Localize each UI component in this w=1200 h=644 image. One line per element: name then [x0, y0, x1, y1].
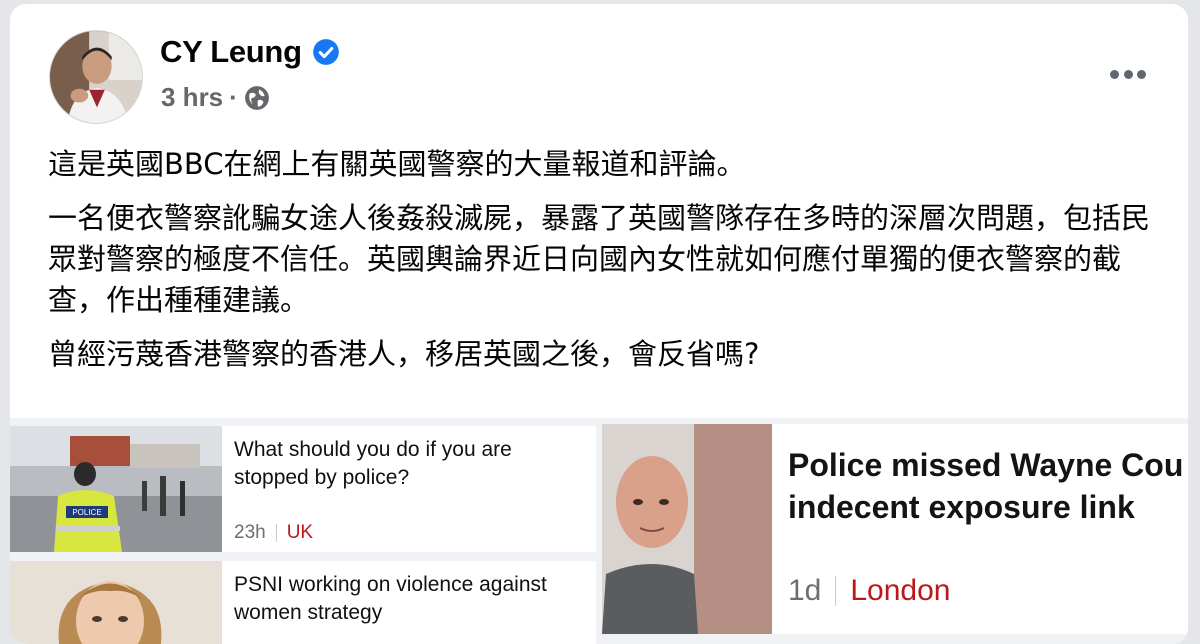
news-region: UK — [286, 522, 314, 543]
news-item: PSNI working on violence against women s… — [10, 561, 596, 644]
news-headline: PSNI working on violence against women s… — [234, 573, 547, 624]
post-text: 這是英國BBC在網上有關英國警察的大量報道和評論。 一名便衣警察訛騙女途人後姦殺… — [48, 144, 1158, 388]
news-article-screenshot[interactable]: Police missed Wayne Cou indecent exposur… — [602, 424, 1188, 634]
article-region: London — [850, 574, 951, 607]
news-thumbnail: POLICE — [10, 426, 222, 552]
article-headline: Police missed Wayne Cou indecent exposur… — [788, 444, 1188, 528]
post-paragraph: 曾經污蔑香港警察的香港人，移居英國之後，會反省嗎? — [48, 337, 760, 371]
avatar-photo — [50, 31, 142, 123]
verified-badge-icon — [312, 39, 339, 65]
news-thumbnail — [10, 561, 222, 644]
post-card: CY Leung 3 hrs · 這是英國BBC在網上有關英國警察的大量報道和評… — [10, 4, 1188, 644]
article-headline-line: Police missed Wayne Cou — [788, 447, 1184, 483]
globe-icon[interactable] — [244, 85, 270, 111]
woman-portrait-photo — [10, 561, 222, 644]
more-dot — [1110, 69, 1119, 79]
news-item: POLICE What should you do if you are sto… — [10, 426, 596, 552]
news-list-screenshot: POLICE What should you do if you are sto… — [10, 426, 596, 644]
article-meta: 1d London — [788, 574, 950, 608]
post-paragraph: 這是英國BBC在網上有關英國警察的大量報道和評論。 — [48, 147, 746, 181]
post-paragraph: 一名便衣警察訛騙女途人後姦殺滅屍，暴露了英國警隊存在多時的深層次問題，包括民眾對… — [48, 201, 1151, 317]
article-age: 1d — [788, 574, 822, 607]
news-headline: What should you do if you are stopped by… — [234, 438, 512, 489]
man-mugshot-photo — [602, 424, 772, 634]
post-meta: 3 hrs · — [161, 82, 270, 113]
more-options-icon[interactable] — [1104, 56, 1152, 92]
article-thumbnail — [602, 424, 772, 634]
meta-divider — [275, 524, 277, 542]
author-row: CY Leung — [160, 34, 340, 70]
meta-divider — [835, 576, 837, 606]
post-timestamp[interactable]: 3 hrs — [161, 82, 223, 113]
news-meta: 23h UK — [234, 522, 313, 544]
author-name[interactable]: CY Leung — [160, 34, 302, 70]
more-dot — [1123, 69, 1133, 79]
author-avatar[interactable] — [49, 30, 143, 124]
news-age: 23h — [234, 522, 266, 543]
article-headline-line: indecent exposure link — [788, 489, 1135, 525]
police-vest-label: POLICE — [72, 508, 101, 517]
meta-separator: · — [229, 82, 238, 112]
police-officer-photo: POLICE — [10, 426, 222, 552]
more-dot — [1137, 69, 1146, 79]
